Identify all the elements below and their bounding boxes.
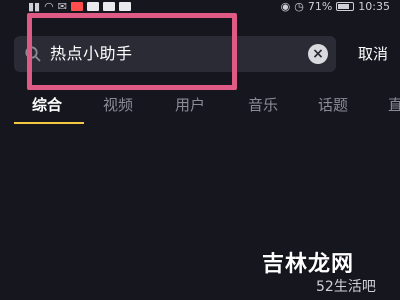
clock-icon: ◷ bbox=[294, 0, 304, 13]
app-notification-icon-2 bbox=[70, 2, 83, 11]
signal-icon: ▮▮ bbox=[28, 0, 41, 13]
tab-video[interactable]: 视频 bbox=[103, 92, 133, 118]
watermark: 吉林龙网 52生活吧 bbox=[246, 246, 386, 296]
tab-music[interactable]: 音乐 bbox=[248, 92, 278, 118]
app-notification-icon: ✉ bbox=[57, 0, 67, 13]
search-box[interactable]: 热点小助手 × bbox=[14, 36, 336, 72]
search-row: 热点小助手 × 取消 bbox=[0, 24, 400, 76]
status-icons-left: ▮▮ ◠ ✉ bbox=[28, 0, 131, 13]
tab-topics[interactable]: 话题 bbox=[318, 92, 348, 118]
search-input[interactable]: 热点小助手 bbox=[50, 36, 133, 72]
tab-live[interactable]: 直 bbox=[388, 92, 400, 118]
battery-icon bbox=[336, 2, 355, 11]
app-notification-icon-4 bbox=[102, 2, 115, 11]
app-notification-icon-5 bbox=[118, 2, 131, 11]
eye-icon: ◉ bbox=[280, 0, 291, 13]
tabs: 综合 视频 用户 音乐 话题 直 bbox=[0, 92, 400, 128]
status-bar: ▮▮ ◠ ✉ ◉ ◷ 71% 10:35 bbox=[0, 0, 400, 14]
wifi-icon: ◠ bbox=[44, 0, 54, 13]
time: 10:35 bbox=[358, 0, 390, 13]
app-notification-icon-3 bbox=[86, 2, 99, 11]
status-icons-right: ◉ ◷ 71% 10:35 bbox=[281, 0, 390, 13]
tab-users[interactable]: 用户 bbox=[175, 92, 205, 118]
clear-icon[interactable]: × bbox=[308, 44, 328, 64]
tab-comprehensive[interactable]: 综合 bbox=[32, 92, 62, 118]
watermark-logo: 吉林龙网 bbox=[262, 252, 355, 277]
watermark-subtext: 52生活吧 bbox=[316, 279, 376, 295]
search-icon bbox=[25, 46, 41, 62]
battery-percent: 71% bbox=[307, 0, 333, 13]
cancel-button[interactable]: 取消 bbox=[354, 36, 392, 72]
active-tab-underline bbox=[14, 122, 84, 124]
